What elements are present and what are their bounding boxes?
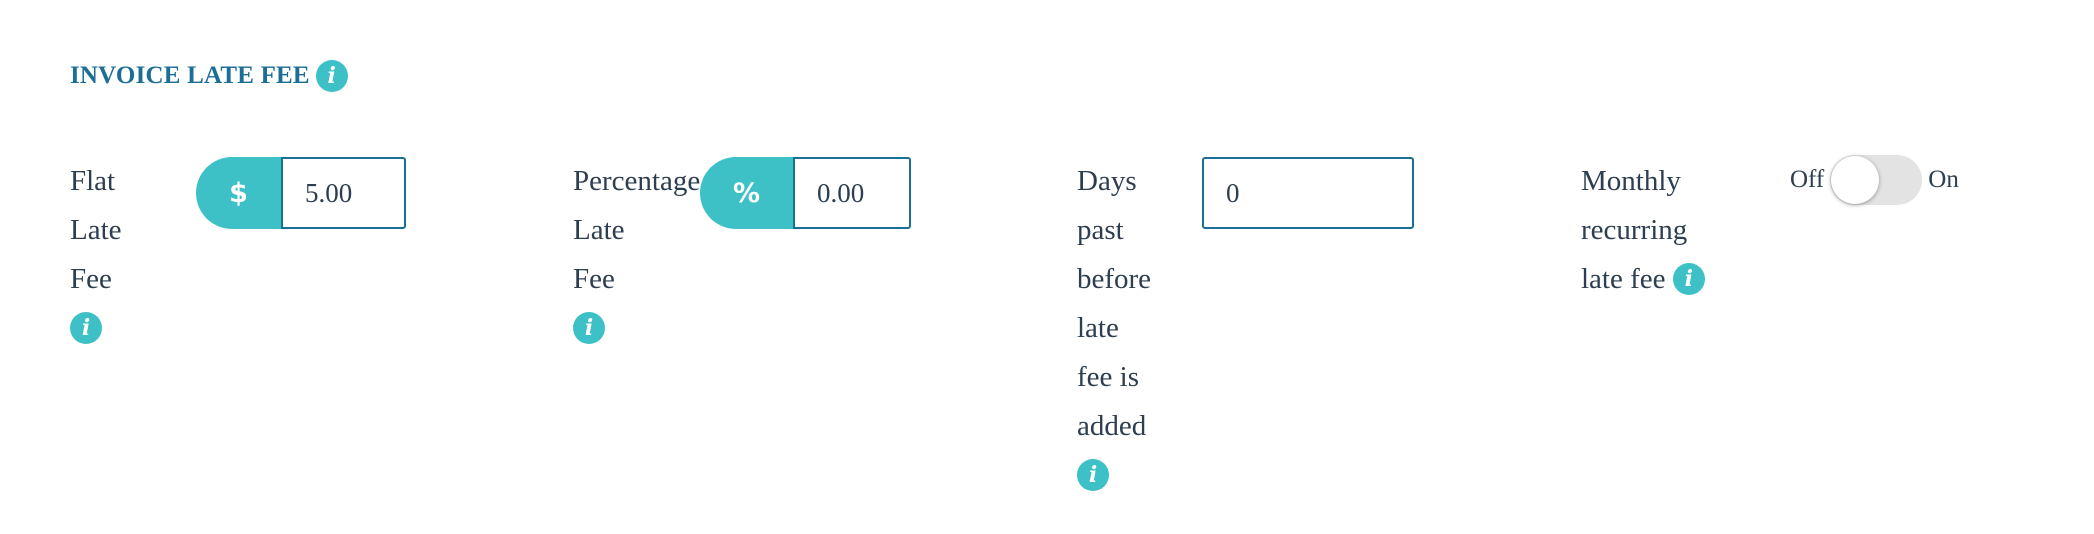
info-icon[interactable]: i: [315, 60, 348, 92]
section-title: INVOICE LATE FEE: [70, 62, 310, 89]
percentage-fee-info-icon[interactable]: i: [573, 312, 605, 345]
flat-late-fee-label: Flat Late Fee i: [70, 157, 122, 353]
monthly-recurring-toggle-group: Off On: [1790, 155, 1959, 205]
flat-fee-input-group: $: [196, 157, 406, 229]
days-past-info-icon[interactable]: i: [1077, 459, 1109, 492]
toggle-off-label: Off: [1790, 166, 1825, 193]
percentage-late-fee-label: Percentage Late Fee i: [573, 157, 700, 353]
monthly-recurring-info-icon[interactable]: i: [1672, 263, 1705, 296]
dollar-sign-icon: $: [196, 157, 281, 229]
monthly-recurring-label: Monthly recurring late fee i: [1581, 157, 1705, 304]
toggle-on-label: On: [1928, 166, 1959, 193]
percent-sign-icon: %: [700, 157, 793, 229]
flat-fee-input[interactable]: [281, 157, 406, 229]
flat-fee-info-icon[interactable]: i: [70, 312, 102, 345]
days-past-input[interactable]: [1202, 157, 1414, 229]
percentage-fee-input[interactable]: [793, 157, 911, 229]
percentage-fee-input-group: %: [700, 157, 911, 229]
days-past-label: Days past before late fee is added i: [1077, 157, 1151, 500]
monthly-recurring-toggle[interactable]: [1830, 155, 1923, 205]
toggle-knob: [1831, 156, 1880, 204]
section-header: INVOICE LATE FEE i: [70, 60, 348, 92]
